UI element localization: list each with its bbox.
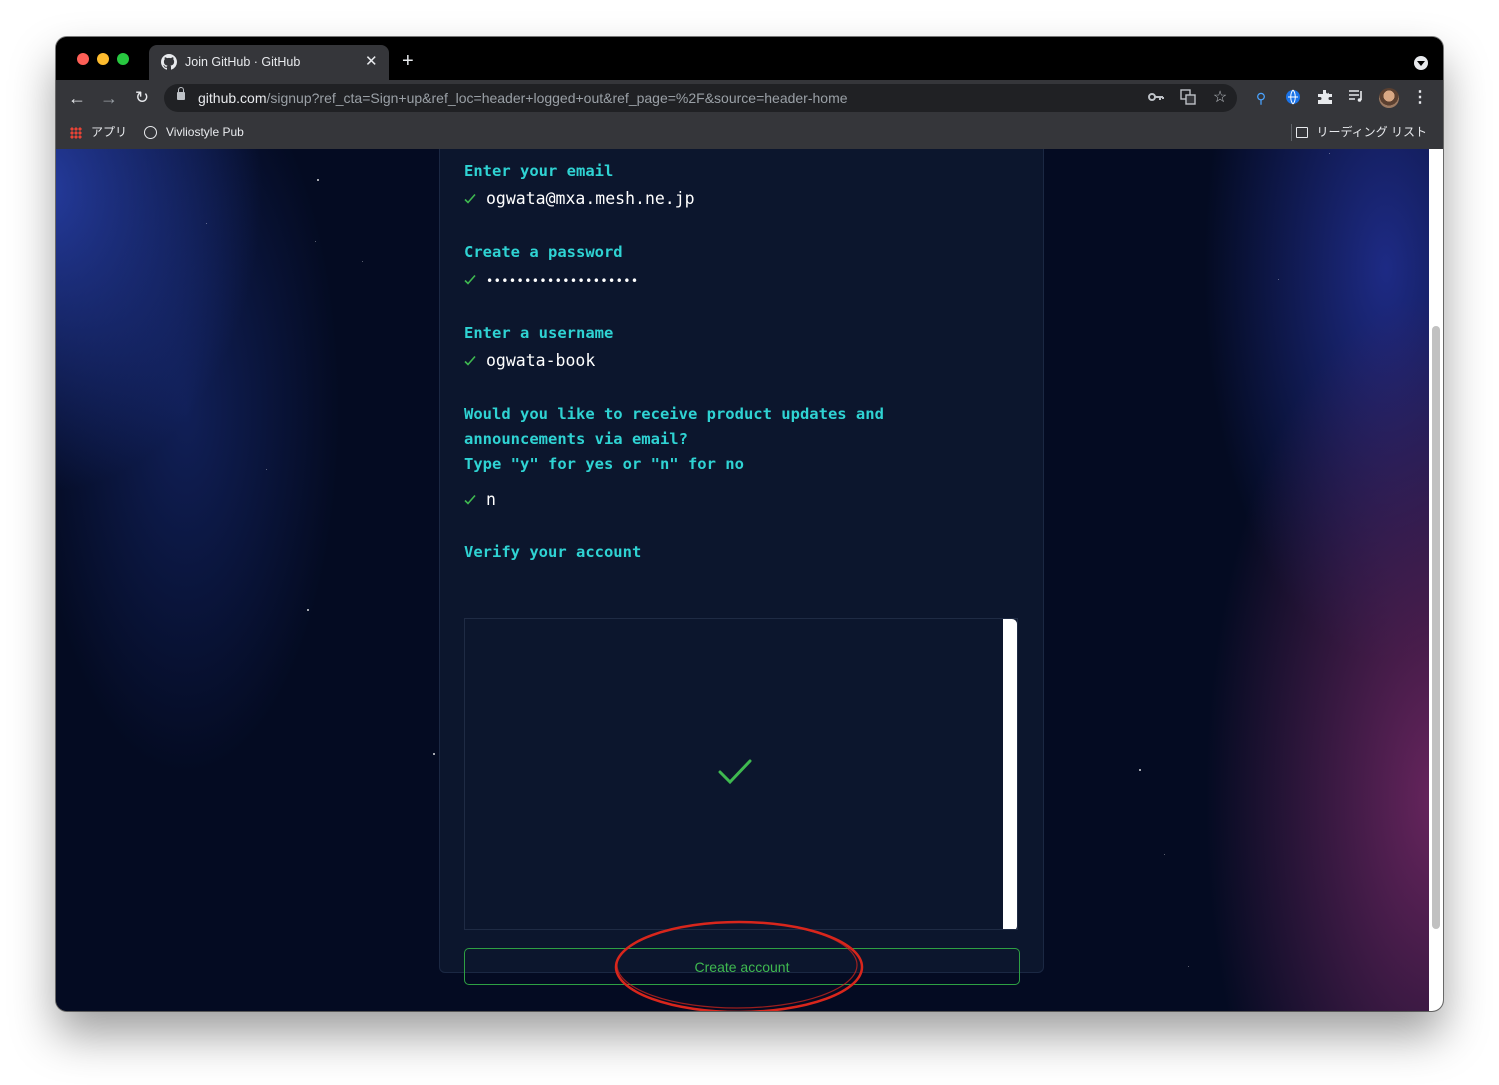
bookmark-vivliostyle[interactable]: Vivliostyle Pub [144, 123, 244, 141]
url-host: github.com [198, 90, 267, 106]
verification-scrollbar[interactable] [1003, 619, 1017, 929]
globe-icon [144, 126, 157, 140]
star-decoration [266, 469, 267, 470]
username-value: ogwata-book [486, 351, 596, 370]
tab-strip: Join GitHub · GitHub ✕ + [56, 37, 1443, 80]
star-decoration [1164, 854, 1165, 855]
bookmarks-bar: アプリ Vivliostyle Pub リーディング リスト [56, 116, 1443, 150]
star-decoration [315, 241, 316, 242]
new-tab-button[interactable]: + [402, 51, 414, 71]
password-answer: •••••••••••••••••••• [464, 269, 639, 291]
username-answer: ogwata-book [464, 350, 595, 372]
star-decoration [1139, 769, 1141, 771]
email-answer: ogwata@mxa.mesh.ne.jp [464, 188, 695, 210]
star-decoration [307, 609, 309, 611]
translate-icon[interactable] [1179, 89, 1197, 107]
tab-search-icon[interactable] [1414, 56, 1428, 70]
lock-icon[interactable] [177, 87, 185, 100]
check-icon [464, 494, 476, 505]
reading-list-button[interactable]: リーディング リスト [1295, 123, 1428, 141]
github-icon [161, 54, 177, 70]
minimize-window-button[interactable] [97, 53, 109, 65]
browser-menu-icon[interactable]: ⋮ [1411, 89, 1429, 107]
bookmark-star-icon[interactable]: ☆ [1211, 89, 1229, 107]
password-prompt: Create a password [464, 243, 623, 261]
opt-in-prompt-line-2: announcements via email? [464, 430, 688, 448]
check-icon [464, 193, 476, 204]
verify-prompt: Verify your account [464, 543, 642, 561]
reading-list-icon [1295, 127, 1308, 139]
star-decoration [362, 261, 363, 262]
close-tab-icon[interactable]: ✕ [365, 53, 378, 71]
opt-in-answer: n [464, 489, 496, 511]
check-icon [464, 355, 476, 366]
extension-key-icon[interactable]: ⚲ [1252, 89, 1270, 107]
star-decoration [317, 179, 319, 181]
star-decoration [631, 988, 633, 990]
opt-in-prompt-line-3: Type "y" for yes or "n" for no [464, 455, 744, 473]
bookmark-apps-label: アプリ [91, 125, 128, 139]
url-path: /signup?ref_cta=Sign+up&ref_loc=header+l… [266, 90, 848, 106]
maximize-window-button[interactable] [117, 53, 129, 65]
reload-button[interactable]: ↻ [131, 87, 153, 109]
tab-join-github[interactable]: Join GitHub · GitHub ✕ [149, 45, 389, 80]
apps-grid-icon [70, 126, 82, 139]
browser-window: Join GitHub · GitHub ✕ + ← → ↻ github.co… [56, 37, 1443, 1011]
page-scrollbar-thumb[interactable] [1432, 326, 1440, 929]
browser-toolbar: ← → ↻ github.com/signup?ref_cta=Sign+up&… [56, 80, 1443, 116]
profile-avatar[interactable] [1379, 88, 1399, 108]
tab-title: Join GitHub · GitHub [185, 55, 301, 69]
star-decoration [433, 753, 435, 755]
verification-frame[interactable] [464, 618, 1018, 930]
create-account-button[interactable]: Create account [464, 948, 1020, 985]
bookmark-apps[interactable]: アプリ [70, 123, 127, 141]
star-decoration [1278, 279, 1279, 280]
reading-queue-icon[interactable] [1347, 89, 1365, 107]
check-icon [718, 759, 752, 785]
key-icon[interactable] [1147, 89, 1165, 107]
opt-in-value: n [486, 490, 496, 509]
email-prompt: Enter your email [464, 162, 614, 180]
bookmarks-divider [1291, 124, 1292, 141]
extension-globe-icon[interactable] [1284, 89, 1302, 107]
reading-list-label: リーディング リスト [1316, 125, 1428, 139]
password-value: •••••••••••••••••••• [486, 274, 639, 288]
extensions-puzzle-icon[interactable] [1316, 89, 1334, 107]
bookmark-vivliostyle-label: Vivliostyle Pub [166, 125, 244, 139]
close-window-button[interactable] [77, 53, 89, 65]
url-text[interactable]: github.com/signup?ref_cta=Sign+up&ref_lo… [198, 90, 848, 106]
forward-button[interactable]: → [98, 87, 120, 109]
check-icon [464, 274, 476, 285]
email-value: ogwata@mxa.mesh.ne.jp [486, 189, 695, 208]
address-bar[interactable]: github.com/signup?ref_cta=Sign+up&ref_lo… [164, 84, 1237, 112]
star-decoration [1188, 966, 1189, 967]
page-content: Enter your email ogwata@mxa.mesh.ne.jp C… [56, 149, 1429, 1011]
back-button[interactable]: ← [66, 87, 88, 109]
username-prompt: Enter a username [464, 324, 614, 342]
star-decoration [1329, 153, 1330, 154]
star-decoration [206, 223, 207, 224]
opt-in-prompt-line-1: Would you like to receive product update… [464, 405, 884, 423]
page-scrollbar[interactable] [1429, 149, 1443, 1011]
